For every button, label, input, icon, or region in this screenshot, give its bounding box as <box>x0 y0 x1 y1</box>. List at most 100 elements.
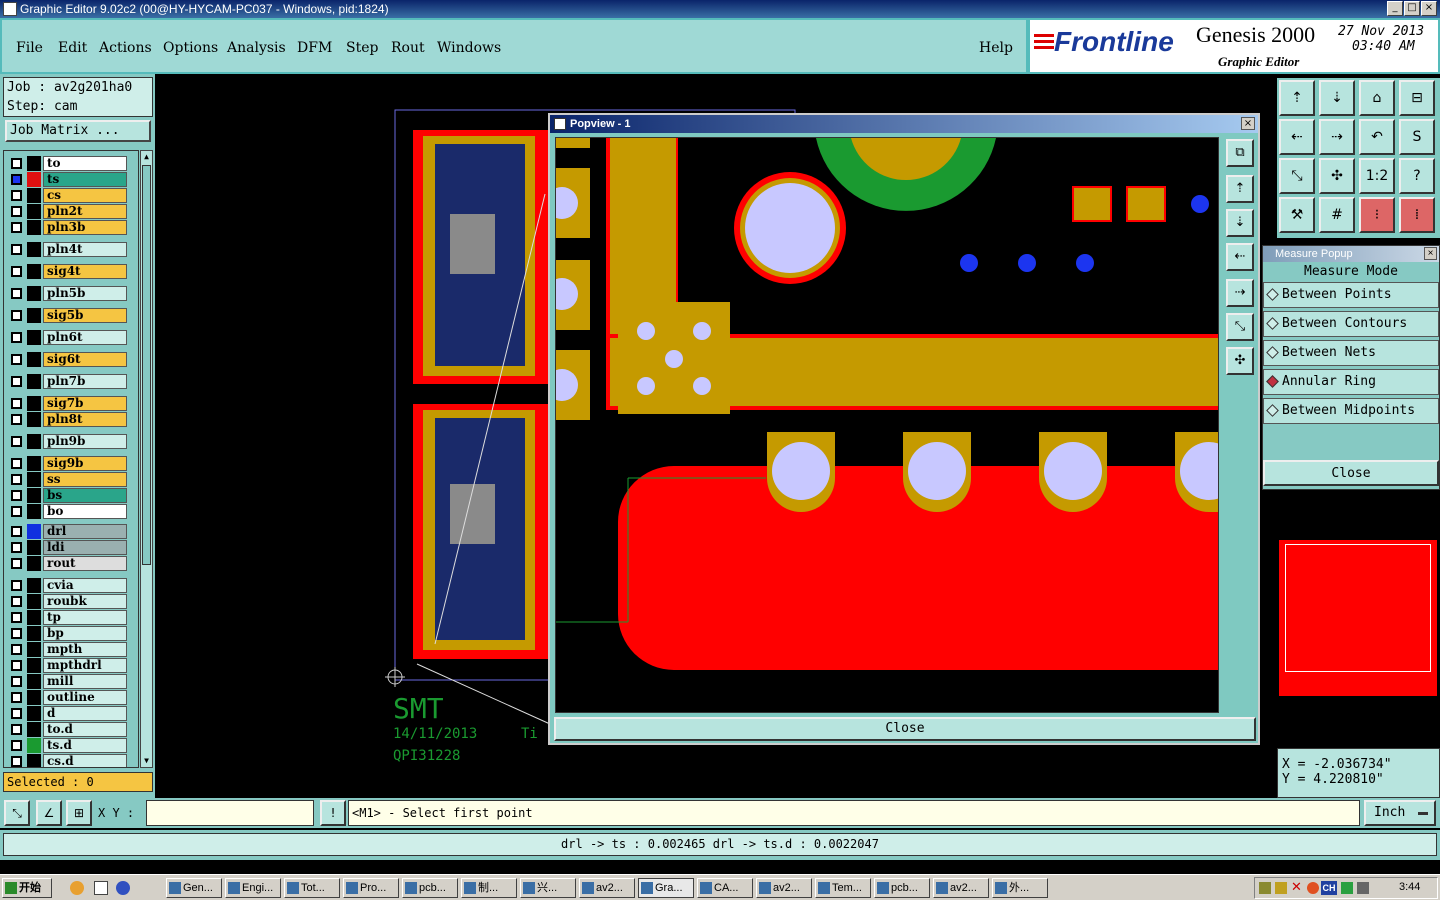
layer-color-swatch[interactable] <box>27 472 41 487</box>
grid-icon[interactable]: # <box>1319 197 1355 233</box>
layer-color-swatch[interactable] <box>27 204 41 219</box>
layer-name[interactable]: sig4t <box>43 264 127 279</box>
layer-name[interactable]: bo <box>43 504 127 519</box>
layer-color-swatch[interactable] <box>27 504 41 519</box>
layer-color-swatch[interactable] <box>27 308 41 323</box>
tray-language-icon[interactable]: CH <box>1321 881 1337 895</box>
pan-right-icon[interactable]: ⇢ <box>1319 119 1355 155</box>
layer-name[interactable]: pln8t <box>43 412 127 427</box>
layer-checkbox[interactable] <box>11 490 22 501</box>
quicklaunch-ie-icon[interactable] <box>116 881 130 895</box>
mode-annular-ring[interactable]: Annular Ring <box>1263 369 1439 395</box>
menu-help[interactable]: Help <box>979 40 1013 56</box>
layer-name[interactable]: outline <box>43 690 127 705</box>
grid-snap-icon[interactable]: ⊞ <box>66 800 92 826</box>
tray-key-icon[interactable] <box>1275 882 1287 894</box>
layer-checkbox[interactable] <box>11 628 22 639</box>
layer-name[interactable]: mpth <box>43 642 127 657</box>
layer-color-swatch[interactable] <box>27 524 41 539</box>
taskbar-task[interactable]: Engi... <box>225 878 281 898</box>
tray-clock[interactable]: 3:44 <box>1399 881 1420 893</box>
taskbar-task[interactable]: CA... <box>697 878 753 898</box>
menu-step[interactable]: Step <box>346 40 378 56</box>
query-icon[interactable]: ? <box>1399 158 1435 194</box>
layer-checkbox[interactable] <box>11 398 22 409</box>
layer-name[interactable]: to <box>43 156 127 171</box>
layer-name[interactable]: bs <box>43 488 127 503</box>
tray-s-icon[interactable] <box>1341 882 1353 894</box>
taskbar-task[interactable]: Gra... <box>638 878 694 898</box>
layer-color-swatch[interactable] <box>27 412 41 427</box>
layer-name[interactable]: sig9b <box>43 456 127 471</box>
layer-name[interactable]: ldi <box>43 540 127 555</box>
xy-input[interactable] <box>146 800 314 826</box>
taskbar-task[interactable]: 制... <box>461 878 517 898</box>
layer-checkbox[interactable] <box>11 558 22 569</box>
layer-color-swatch[interactable] <box>27 690 41 705</box>
layer-name[interactable]: rout <box>43 556 127 571</box>
layer-color-swatch[interactable] <box>27 352 41 367</box>
layer-name[interactable]: tp <box>43 610 127 625</box>
layer-checkbox[interactable] <box>11 158 22 169</box>
layer-color-swatch[interactable] <box>27 578 41 593</box>
popview-pan-right-icon[interactable]: ⇢ <box>1226 279 1254 307</box>
layer-name[interactable]: sig5b <box>43 308 127 323</box>
layer-color-swatch[interactable] <box>27 540 41 555</box>
layer-name[interactable]: pln7b <box>43 374 127 389</box>
scroll-down-icon[interactable]: ▼ <box>142 757 151 765</box>
taskbar-task[interactable]: pcb... <box>874 878 930 898</box>
taskbar-task[interactable]: av2... <box>579 878 635 898</box>
tray-circle-icon[interactable] <box>1307 882 1319 894</box>
layer-color-swatch[interactable] <box>27 594 41 609</box>
zoom-in-icon[interactable]: ⤡ <box>1279 158 1315 194</box>
layer-color-swatch[interactable] <box>27 156 41 171</box>
popview-close-button[interactable]: Close <box>554 717 1256 741</box>
mode-between-midpoints[interactable]: Between Midpoints <box>1263 398 1439 424</box>
layer-color-swatch[interactable] <box>27 286 41 301</box>
layer-checkbox[interactable] <box>11 436 22 447</box>
mode-between-contours[interactable]: Between Contours <box>1263 311 1439 337</box>
taskbar-task[interactable]: pcb... <box>402 878 458 898</box>
layer-checkbox[interactable] <box>11 244 22 255</box>
layer-checkbox[interactable] <box>11 596 22 607</box>
layer-checkbox[interactable] <box>11 526 22 537</box>
maximize-button[interactable]: □ <box>1404 1 1420 16</box>
redraw-icon[interactable]: S <box>1399 119 1435 155</box>
layer-checkbox[interactable] <box>11 676 22 687</box>
menu-options[interactable]: Options <box>163 40 218 56</box>
layer-color-swatch[interactable] <box>27 642 41 657</box>
layer-color-swatch[interactable] <box>27 738 41 753</box>
layer-checkbox[interactable] <box>11 474 22 485</box>
layer-color-swatch[interactable] <box>27 242 41 257</box>
taskbar-task[interactable]: av2... <box>933 878 989 898</box>
layer-name[interactable]: to.d <box>43 722 127 737</box>
layer-checkbox[interactable] <box>11 708 22 719</box>
layer-color-swatch[interactable] <box>27 172 41 187</box>
layer-checkbox[interactable] <box>11 580 22 591</box>
menu-file[interactable]: File <box>16 40 43 56</box>
zoom-out-icon[interactable]: ✣ <box>1319 158 1355 194</box>
layer-name[interactable]: d <box>43 706 127 721</box>
layer-color-swatch[interactable] <box>27 264 41 279</box>
taskbar-task[interactable]: Pro... <box>343 878 399 898</box>
layer-name[interactable]: pln5b <box>43 286 127 301</box>
layer-checkbox[interactable] <box>11 266 22 277</box>
layer-color-swatch[interactable] <box>27 488 41 503</box>
layer-name[interactable]: ts <box>43 172 127 187</box>
taskbar-task[interactable]: 外... <box>992 878 1048 898</box>
layer-name[interactable]: cs.d <box>43 754 127 767</box>
home-icon[interactable]: ⌂ <box>1359 80 1395 116</box>
layer-name[interactable]: ss <box>43 472 127 487</box>
taskbar-task[interactable]: av2... <box>756 878 812 898</box>
net-highlight-icon[interactable]: ⁝ <box>1359 197 1395 233</box>
snap-icon[interactable]: ⤡ <box>4 800 30 826</box>
layer-checkbox[interactable] <box>11 354 22 365</box>
layer-checkbox[interactable] <box>11 542 22 553</box>
quicklaunch-doc-icon[interactable] <box>94 881 108 895</box>
layer-name[interactable]: pln6t <box>43 330 127 345</box>
layer-name[interactable]: sig6t <box>43 352 127 367</box>
layer-checkbox[interactable] <box>11 288 22 299</box>
pan-left-icon[interactable]: ⇠ <box>1279 119 1315 155</box>
measure-popup-titlebar[interactable]: Measure Popup × <box>1263 246 1439 262</box>
taskbar-task[interactable]: Gen... <box>166 878 222 898</box>
